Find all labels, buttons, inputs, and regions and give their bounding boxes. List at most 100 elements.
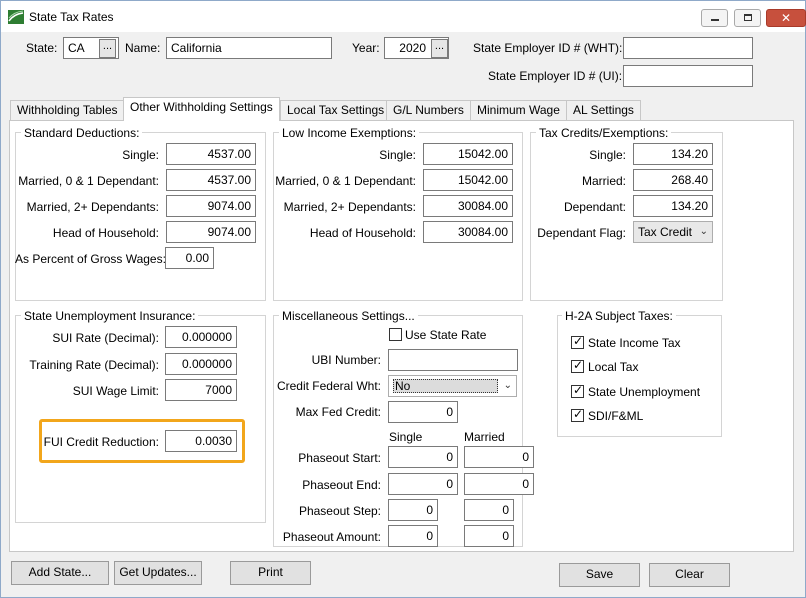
credit-fed-select[interactable]: No ⌄ [388,375,517,397]
use-state-rate-checkbox[interactable] [389,328,402,341]
tc-married-field[interactable]: 268.40 [633,169,713,191]
sui-wage-limit-label: SUI Wage Limit: [72,384,159,398]
phaseout-step-single-field[interactable]: 0 [388,499,438,521]
sd-married01-label: Married, 0 & 1 Dependant: [18,174,159,188]
app-icon [8,10,24,24]
h2a-state-unemployment-checkbox[interactable]: ✓ [571,383,584,398]
dependant-flag-value: Tax Credit [638,225,693,239]
training-rate-field[interactable]: 0.000000 [165,353,237,375]
ubi-field[interactable] [388,349,518,371]
employer-ui-field[interactable] [623,65,753,87]
phaseout-start-single-field[interactable]: 0 [388,446,458,468]
sui-title: State Unemployment Insurance: [21,309,199,323]
tc-dependant-label: Dependant: [563,200,626,214]
h2a-sdi-checkbox[interactable]: ✓ [571,407,584,422]
phaseout-step-label: Phaseout Step: [298,504,381,518]
phaseout-end-label: Phaseout End: [302,478,381,492]
phaseout-end-single-field[interactable]: 0 [388,473,458,495]
sui-wage-limit-field[interactable]: 7000 [165,379,237,401]
credit-fed-value: No [393,379,498,393]
li-hoh-label: Head of Household: [309,226,416,240]
max-fed-label: Max Fed Credit: [295,405,381,419]
max-fed-field[interactable]: 0 [388,401,458,423]
chevron-down-icon: ⌄ [699,226,708,237]
tc-single-field[interactable]: 134.20 [633,143,713,165]
sui-rate-field[interactable]: 0.000000 [165,326,237,348]
sd-single-field[interactable]: 4537.00 [166,143,256,165]
clear-button[interactable]: Clear [649,563,730,587]
chevron-down-icon: ⌄ [503,380,512,391]
ubi-label: UBI Number: [311,353,381,367]
phaseout-amount-single-field[interactable]: 0 [388,525,438,547]
tab-local-tax-settings[interactable]: Local Tax Settings [280,100,392,120]
sd-married01-field[interactable]: 4537.00 [166,169,256,191]
married-column-header: Married [464,430,505,444]
state-tax-rates-window: State Tax Rates ✕ State: CA ... Name: Ca… [0,0,806,598]
tc-dependant-field[interactable]: 134.20 [633,195,713,217]
state-label: State: [26,41,58,55]
state-browse-button[interactable]: ... [99,39,116,58]
phaseout-end-married-field[interactable]: 0 [464,473,534,495]
employer-wht-field[interactable] [623,37,753,59]
year-browse-button[interactable]: ... [431,39,448,58]
li-married2-label: Married, 2+ Dependants: [283,200,416,214]
tab-al-settings[interactable]: AL Settings [566,100,641,120]
sd-hoh-label: Head of Household: [52,226,159,240]
maximize-button[interactable] [734,9,761,27]
phaseout-start-married-field[interactable]: 0 [464,446,534,468]
low-income-title: Low Income Exemptions: [279,126,420,140]
check-icon: ✓ [573,383,584,397]
print-button[interactable]: Print [230,561,311,585]
h2a-state-unemployment-label: State Unemployment [588,385,701,399]
phaseout-step-married-field[interactable]: 0 [464,499,514,521]
employer-ui-label: State Employer ID # (UI): [488,69,623,83]
sd-hoh-field[interactable]: 9074.00 [166,221,256,243]
li-married01-label: Married, 0 & 1 Dependant: [275,174,416,188]
dependant-flag-select[interactable]: Tax Credit ⌄ [633,221,713,243]
sd-single-label: Single: [122,148,159,162]
phaseout-start-label: Phaseout Start: [298,451,381,465]
sd-pct-label: As Percent of Gross Wages: [15,252,166,266]
tax-credits-title: Tax Credits/Exemptions: [536,126,672,140]
add-state-button[interactable]: Add State... [11,561,109,585]
maximize-icon [744,14,752,21]
tab-withholding-tables[interactable]: Withholding Tables [10,100,125,120]
h2a-local-checkbox[interactable]: ✓ [571,358,584,373]
credit-fed-label: Credit Federal Wht: [276,379,381,393]
li-married2-field[interactable]: 30084.00 [423,195,513,217]
tab-other-withholding-settings[interactable]: Other Withholding Settings [123,97,280,121]
h2a-state-income-label: State Income Tax [588,336,681,350]
phaseout-amount-label: Phaseout Amount: [282,530,381,544]
tab-gl-numbers[interactable]: G/L Numbers [386,100,471,120]
save-button[interactable]: Save [559,563,640,587]
close-button[interactable]: ✕ [766,9,806,27]
li-single-field[interactable]: 15042.00 [423,143,513,165]
h2a-state-income-checkbox[interactable]: ✓ [571,334,584,349]
name-field[interactable]: California [166,37,332,59]
year-label: Year: [352,41,380,55]
li-hoh-field[interactable]: 30084.00 [423,221,513,243]
li-married01-field[interactable]: 15042.00 [423,169,513,191]
sd-married2-field[interactable]: 9074.00 [166,195,256,217]
h2a-title: H-2A Subject Taxes: [562,309,676,323]
fui-credit-label: FUI Credit Reduction: [43,435,159,449]
fui-credit-field[interactable]: 0.0030 [165,430,237,452]
check-icon: ✓ [573,407,584,421]
sd-pct-field[interactable]: 0.00 [165,247,214,269]
close-icon: ✕ [780,11,792,25]
tab-minimum-wage[interactable]: Minimum Wage [470,100,567,120]
standard-deductions-title: Standard Deductions: [21,126,143,140]
training-rate-label: Training Rate (Decimal): [29,358,159,372]
li-single-label: Single: [379,148,416,162]
check-icon: ✓ [573,358,584,372]
get-updates-button[interactable]: Get Updates... [114,561,202,585]
title-bar: State Tax Rates ✕ [1,1,806,32]
phaseout-amount-married-field[interactable]: 0 [464,525,514,547]
h2a-local-label: Local Tax [588,360,639,374]
check-icon: ✓ [573,334,584,348]
name-label: Name: [125,41,161,55]
tc-married-label: Married: [581,174,626,188]
minimize-button[interactable] [701,9,728,27]
window-title: State Tax Rates [29,10,114,24]
single-column-header: Single [389,430,423,444]
